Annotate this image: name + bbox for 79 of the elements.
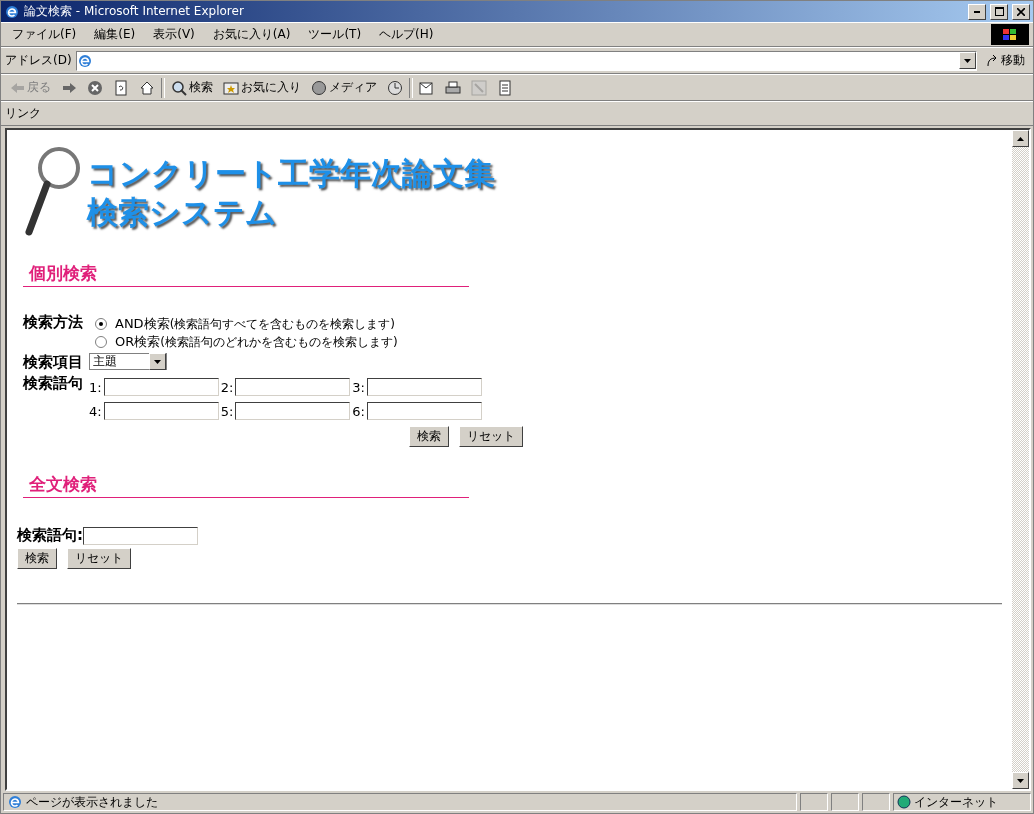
menu-item[interactable]: 表示(V) <box>146 24 202 45</box>
browser-logo-icon <box>4 3 20 20</box>
scrollbar[interactable] <box>1012 130 1029 789</box>
minimize-icon <box>974 10 980 13</box>
term-number: 2: <box>220 379 234 395</box>
dropdown-button[interactable] <box>959 52 976 69</box>
field-label: 検索語句: <box>17 526 83 545</box>
status-panel <box>831 793 859 811</box>
select-field[interactable]: 主題 <box>89 353 167 370</box>
radio-option[interactable]: AND検索(検索語句すべてを含むものを検索します) <box>95 315 523 333</box>
input-field[interactable] <box>235 378 351 396</box>
input-field[interactable] <box>103 378 219 396</box>
caret-icon <box>1017 136 1024 141</box>
envelope-icon <box>419 79 435 96</box>
maximize-icon <box>994 7 1004 16</box>
address-label: アドレス(D) <box>5 52 72 69</box>
field-label: 検索項目 <box>23 353 83 372</box>
toolbar-button[interactable]: メディア <box>307 77 381 98</box>
input-field[interactable] <box>83 526 198 545</box>
clock-icon <box>387 79 403 96</box>
term-number: 4: <box>89 403 102 419</box>
document-icon <box>497 79 513 96</box>
site-title: 検索システム <box>87 192 278 232</box>
input-field[interactable] <box>366 378 482 396</box>
window-title: 論文検索 - Microsoft Internet Explorer <box>24 3 245 20</box>
home-icon <box>139 79 155 96</box>
browser-logo-icon <box>7 794 23 810</box>
form-button[interactable]: リセット <box>67 548 131 569</box>
scroll-up-button[interactable] <box>1012 130 1029 147</box>
form-button[interactable]: 検索 <box>409 426 449 447</box>
curved-arrow-icon <box>985 53 999 68</box>
status-panel <box>800 793 828 811</box>
refresh-icon <box>113 79 129 96</box>
status-text: ページが表示されました <box>3 793 797 811</box>
form-button[interactable]: リセット <box>459 426 523 447</box>
scroll-down-button[interactable] <box>1012 772 1029 789</box>
input-field[interactable] <box>235 402 351 420</box>
browser-logo-icon <box>76 52 93 69</box>
input-field[interactable] <box>103 402 219 420</box>
section-heading: 全文検索 <box>23 473 469 498</box>
edit-icon <box>471 79 487 96</box>
field-label: 検索語句 <box>23 374 83 393</box>
section-heading: 個別検索 <box>23 262 469 287</box>
go-button[interactable]: 移動 <box>981 50 1029 71</box>
term-number: 1: <box>89 379 102 395</box>
status-panel <box>862 793 890 811</box>
printer-icon <box>445 79 461 96</box>
zone-indicator: インターネット <box>893 793 1031 811</box>
form-button[interactable]: 検索 <box>17 548 57 569</box>
caret-icon <box>1017 778 1024 783</box>
close-button[interactable] <box>1012 3 1030 20</box>
minimize-button[interactable] <box>968 3 986 20</box>
maximize-button[interactable] <box>990 3 1008 20</box>
menu-item[interactable]: ツール(T) <box>301 24 369 45</box>
radio-option[interactable]: OR検索(検索語句のどれかを含むものを検索します) <box>95 333 523 351</box>
menu-item[interactable]: 編集(E) <box>87 24 143 45</box>
menu-item[interactable]: ヘルプ(H) <box>372 24 441 45</box>
menu-item[interactable]: お気に入り(A) <box>205 24 298 45</box>
caret-icon <box>964 58 971 63</box>
toolbar-button[interactable]: お気に入り <box>219 77 305 98</box>
term-number: 6: <box>352 403 365 419</box>
term-number: 3: <box>352 379 365 395</box>
address-field[interactable] <box>75 50 977 71</box>
magnifier-icon <box>23 146 81 236</box>
links-label[interactable]: リンク <box>5 105 41 122</box>
radio-icon[interactable] <box>95 318 107 330</box>
search-icon <box>171 79 187 96</box>
site-title: コンクリート工学年次論文集 <box>87 154 495 193</box>
windows-logo <box>991 24 1029 45</box>
radio-icon[interactable] <box>95 336 107 348</box>
dropdown-button[interactable] <box>149 353 166 370</box>
toolbar-button[interactable]: 検索 <box>167 77 217 98</box>
stop-icon <box>87 79 103 96</box>
field-label: 検索方法 <box>23 313 83 332</box>
term-number: 5: <box>220 403 234 419</box>
input-field[interactable] <box>366 402 482 420</box>
menu-item[interactable]: ファイル(F) <box>5 24 84 45</box>
caret-icon <box>154 359 161 364</box>
close-icon <box>1017 7 1025 16</box>
